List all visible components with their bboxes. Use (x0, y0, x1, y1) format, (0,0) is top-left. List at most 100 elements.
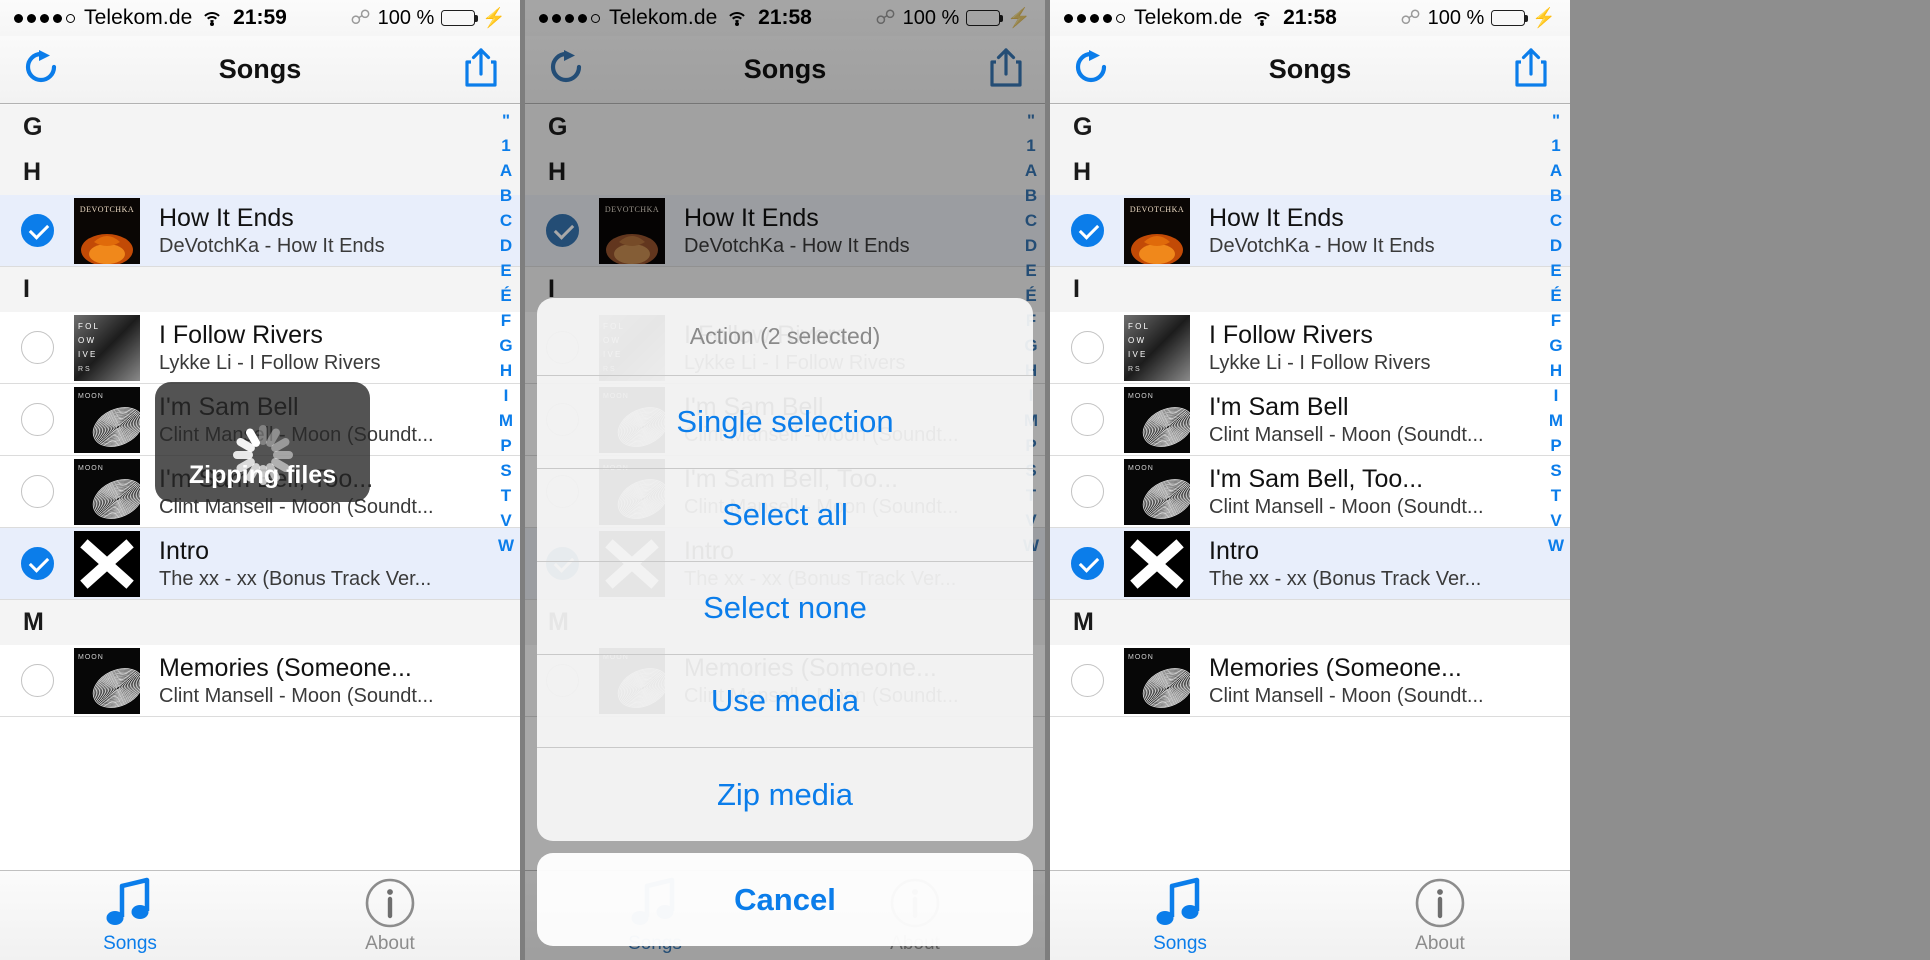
share-button[interactable] (1514, 47, 1548, 92)
index-letter[interactable]: S (500, 458, 511, 483)
phone-screen-3: Telekom.de 21:58 ☍ 100 % ⚡ Songs G H DEV… (1050, 0, 1570, 960)
index-letter[interactable]: B (500, 183, 512, 208)
index-letter[interactable]: É (1550, 283, 1561, 308)
index-letter[interactable]: D (1550, 233, 1562, 258)
tab-songs[interactable]: Songs (0, 871, 260, 960)
index-letter[interactable]: E (500, 258, 511, 283)
song-subtitle: DeVotchKa - How It Ends (159, 234, 385, 257)
index-letter[interactable]: M (499, 408, 513, 433)
index-letter[interactable]: P (1550, 433, 1561, 458)
row-checkbox[interactable] (1050, 664, 1124, 697)
index-letter[interactable]: G (499, 333, 512, 358)
index-letter[interactable]: T (501, 483, 511, 508)
share-icon (465, 48, 497, 87)
index-letter[interactable]: E (1550, 258, 1561, 283)
phone-screen-1: Telekom.de 21:59 ☍ 100 % ⚡ Songs G H DEV… (0, 0, 520, 960)
action-single-selection[interactable]: Single selection (537, 376, 1033, 469)
status-bar-3: Telekom.de 21:58 ☍ 100 % ⚡ (1050, 0, 1570, 36)
row-checkbox[interactable] (0, 547, 74, 580)
cancel-button[interactable]: Cancel (537, 853, 1033, 946)
row-checkbox[interactable] (0, 475, 74, 508)
table-row[interactable]: IntroThe xx - xx (Bonus Track Ver... (1050, 528, 1570, 600)
row-checkbox[interactable] (1050, 547, 1124, 580)
row-checkbox[interactable] (0, 214, 74, 247)
table-row[interactable]: F O L O W I V E R S I Follow RiversLykke Li … (0, 312, 520, 384)
action-select-none[interactable]: Select none (537, 562, 1033, 655)
svg-text:R S: R S (1128, 366, 1140, 373)
action-use-media[interactable]: Use media (537, 655, 1033, 748)
song-title: I Follow Rivers (1209, 320, 1373, 349)
index-letter[interactable]: G (1549, 333, 1562, 358)
empty-circle-icon (20, 664, 54, 697)
tab-songs[interactable]: Songs (1050, 871, 1310, 960)
index-letter[interactable]: I (1554, 383, 1559, 408)
index-letter[interactable]: M (1549, 408, 1563, 433)
table-row[interactable]: DEVOTCHKA How It Ends DeVotchKa - How It E… (0, 195, 520, 267)
index-letter[interactable]: C (1550, 208, 1562, 233)
table-row[interactable]: MOON I'm Sam Bell, Too...Clint Mansell - … (1050, 456, 1570, 528)
tab-about[interactable]: About (260, 871, 520, 960)
index-letter[interactable]: H (1550, 358, 1562, 383)
table-row[interactable]: DEVOTCHKA How It Ends DeVotchKa - How It E… (1050, 195, 1570, 267)
section-header: M (0, 600, 520, 645)
index-letter[interactable]: I (504, 383, 509, 408)
index-letter[interactable]: F (501, 308, 511, 333)
row-checkbox[interactable] (1050, 214, 1124, 247)
row-checkbox[interactable] (1050, 475, 1124, 508)
index-letter[interactable]: " (1552, 108, 1560, 133)
section-header: I (1050, 267, 1570, 312)
index-letter[interactable]: 1 (1551, 133, 1560, 158)
row-checkbox[interactable] (0, 331, 74, 364)
row-checkbox[interactable] (1050, 331, 1124, 364)
song-list-3[interactable]: G H DEVOTCHKA How It Ends DeVotchKa - How It… (1050, 105, 1570, 870)
index-letter[interactable]: " (502, 108, 510, 133)
share-button[interactable] (464, 47, 498, 92)
index-letter[interactable]: V (500, 508, 511, 533)
action-select-all[interactable]: Select all (537, 469, 1033, 562)
row-checkbox[interactable] (0, 403, 74, 436)
index-strip-3[interactable]: " 1 A B C D E É F G H I M P S T V W (1544, 108, 1568, 558)
page-title: Songs (1268, 54, 1352, 84)
index-letter[interactable]: A (500, 158, 512, 183)
table-row[interactable]: IntroThe xx - xx (Bonus Track Ver... (0, 528, 520, 600)
index-letter[interactable]: S (1550, 458, 1561, 483)
song-subtitle: Clint Mansell - Moon (Soundt... (1209, 684, 1484, 707)
row-checkbox[interactable] (0, 664, 74, 697)
refresh-button[interactable] (22, 48, 60, 91)
index-letter[interactable]: W (1548, 533, 1564, 558)
table-row[interactable]: MOON Memories (Someone...Clint Mansell - … (1050, 645, 1570, 717)
table-row[interactable]: MOON I'm Sam BellClint Mansell - Moon (So… (1050, 384, 1570, 456)
row-text: I'm Sam BellClint Mansell - Moon (Soundt… (1190, 392, 1484, 448)
row-text: IntroThe xx - xx (Bonus Track Ver... (1190, 536, 1481, 592)
svg-text:MOON: MOON (1128, 465, 1154, 472)
index-letter[interactable]: P (500, 433, 511, 458)
table-row[interactable]: F O L O W I V E R S I Follow RiversLykke Li … (1050, 312, 1570, 384)
row-text: I Follow RiversLykke Li - I Follow River… (1190, 320, 1431, 376)
page-title: Songs (218, 54, 302, 84)
index-letter[interactable]: C (500, 208, 512, 233)
bluetooth-icon: ☍ (1400, 7, 1421, 29)
empty-circle-icon (20, 331, 54, 364)
index-letter[interactable]: F (1551, 308, 1561, 333)
song-title: I'm Sam Bell, Too... (1209, 464, 1424, 493)
index-letter[interactable]: 1 (501, 133, 510, 158)
tab-songs-label: Songs (103, 932, 157, 954)
index-letter[interactable]: H (500, 358, 512, 383)
tab-about[interactable]: About (1310, 871, 1570, 960)
index-letter[interactable]: B (1550, 183, 1562, 208)
index-letter[interactable]: A (1550, 158, 1562, 183)
index-strip-1[interactable]: " 1 A B C D E É F G H I M P S T V W (494, 108, 518, 558)
empty-circle-icon (20, 403, 54, 436)
table-row[interactable]: MOON Memories (Someone...Clint Mansell - … (0, 645, 520, 717)
index-letter[interactable]: V (1550, 508, 1561, 533)
row-checkbox[interactable] (1050, 403, 1124, 436)
refresh-button[interactable] (1072, 48, 1110, 91)
index-letter[interactable]: W (498, 533, 514, 558)
index-letter[interactable]: T (1551, 483, 1561, 508)
index-letter[interactable]: D (500, 233, 512, 258)
tab-songs-label: Songs (1153, 932, 1207, 954)
index-letter[interactable]: É (500, 283, 511, 308)
checkmark-icon (20, 214, 54, 247)
status-bar-left: Telekom.de (14, 6, 224, 30)
action-zip-media[interactable]: Zip media (537, 748, 1033, 841)
